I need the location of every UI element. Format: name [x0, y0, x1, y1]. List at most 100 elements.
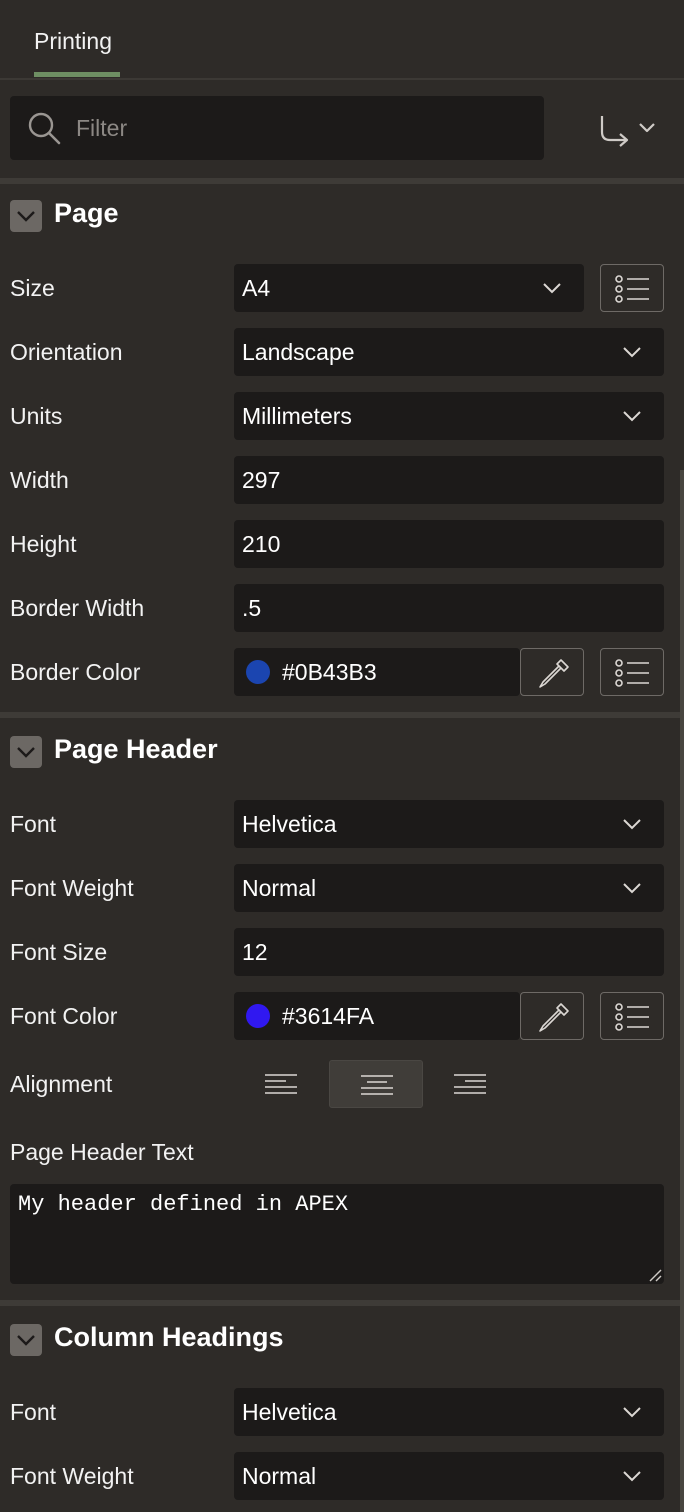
property-label: Orientation: [10, 339, 123, 365]
property-orientation: Orientation Landscape: [0, 328, 684, 376]
align-center-button[interactable]: [329, 1060, 423, 1108]
select-value: Normal: [242, 1463, 317, 1489]
size-select[interactable]: A4: [234, 264, 584, 312]
alignment-radio-group: [234, 1060, 504, 1108]
property-font-color: Font Color #3614FA: [0, 992, 684, 1040]
property-height: Height 210: [0, 520, 684, 568]
filter-input[interactable]: [74, 96, 534, 160]
property-label: Font: [10, 1399, 57, 1425]
property-border-width: Border Width .5: [0, 584, 684, 632]
select-value: Landscape: [242, 339, 355, 365]
property-editor: Printing Page Size A4: [0, 0, 684, 1512]
input-value: 210: [242, 531, 281, 557]
tab-printing[interactable]: Printing: [34, 28, 112, 55]
font-weight-select[interactable]: Normal: [234, 864, 664, 912]
property-width: Width 297: [0, 456, 684, 504]
divider: [0, 1300, 684, 1306]
property-font-weight: Font Weight Normal: [0, 864, 684, 912]
color-swatch: [246, 660, 270, 684]
height-input[interactable]: 210: [234, 520, 664, 568]
collapse-toggle[interactable]: [10, 1324, 42, 1356]
units-select[interactable]: Millimeters: [234, 392, 664, 440]
property-label: Height: [10, 531, 77, 557]
page-header-text-area: My header defined in APEX: [10, 1184, 664, 1284]
font-color-input[interactable]: #3614FA: [234, 992, 520, 1040]
section-header-column-headings[interactable]: Column Headings: [0, 1310, 684, 1370]
chevron-down-icon: [623, 411, 641, 422]
property-alignment: Alignment: [0, 1060, 684, 1108]
list-of-values-button[interactable]: [600, 648, 664, 696]
input-value: .5: [242, 595, 262, 621]
property-label: Border Width: [10, 595, 145, 621]
chevron-down-icon: [17, 211, 35, 222]
property-font: Font Helvetica: [0, 1388, 684, 1436]
property-label: Font: [10, 811, 57, 837]
input-value: 12: [242, 939, 268, 965]
section-title: Page Header: [54, 734, 218, 764]
property-label: Width: [10, 467, 69, 493]
font-size-input[interactable]: 12: [234, 928, 664, 976]
input-value: #0B43B3: [282, 659, 377, 685]
collapse-toggle[interactable]: [10, 200, 42, 232]
orientation-select[interactable]: Landscape: [234, 328, 664, 376]
section-header-page-header[interactable]: Page Header: [0, 722, 684, 782]
font-select[interactable]: Helvetica: [234, 800, 664, 848]
color-swatch: [246, 1004, 270, 1028]
border-width-input[interactable]: .5: [234, 584, 664, 632]
active-tab-indicator: [34, 72, 120, 77]
property-label: Font Size: [10, 939, 108, 965]
select-value: A4: [242, 275, 271, 301]
chevron-down-icon: [17, 1335, 35, 1346]
chevron-down-icon: [543, 283, 561, 294]
select-value: Millimeters: [242, 403, 352, 429]
property-units: Units Millimeters: [0, 392, 684, 440]
chevron-down-icon: [623, 1471, 641, 1482]
property-page-header-text-label: Page Header Text: [0, 1128, 684, 1176]
color-picker-button[interactable]: [520, 648, 584, 696]
property-label: Size: [10, 275, 55, 301]
chevron-down-icon: [623, 1407, 641, 1418]
section-title: Column Headings: [54, 1322, 284, 1352]
property-font-size: Font Size 12: [0, 928, 684, 976]
chevron-down-icon: [623, 883, 641, 894]
align-right-button[interactable]: [423, 1060, 517, 1108]
property-label: Alignment: [10, 1071, 113, 1097]
list-icon: [615, 1003, 649, 1031]
chevron-down-icon: [17, 747, 35, 758]
page-header-textarea[interactable]: My header defined in APEX: [10, 1184, 664, 1284]
select-value: Normal: [242, 875, 317, 901]
font-select[interactable]: Helvetica: [234, 1388, 664, 1436]
property-border-color: Border Color #0B43B3: [0, 648, 684, 696]
align-center-icon: [361, 1075, 393, 1095]
tab-bar: Printing: [0, 0, 684, 80]
eyedropper-icon: [539, 659, 569, 688]
input-value: #3614FA: [282, 1003, 375, 1029]
property-label: Page Header Text: [10, 1139, 194, 1165]
divider: [0, 178, 684, 184]
collapse-toggle[interactable]: [10, 736, 42, 768]
section-header-page[interactable]: Page: [0, 186, 684, 246]
eyedropper-icon: [539, 1003, 569, 1032]
width-input[interactable]: 297: [234, 456, 664, 504]
scrollbar[interactable]: [680, 470, 684, 1512]
property-size: Size A4: [0, 264, 684, 312]
property-label: Font Weight: [10, 1463, 134, 1489]
color-picker-button[interactable]: [520, 992, 584, 1040]
property-label: Font Weight: [10, 875, 134, 901]
list-icon: [615, 659, 649, 687]
align-left-icon: [265, 1074, 297, 1094]
search-icon: [28, 112, 61, 145]
input-value: 297: [242, 467, 281, 493]
list-icon: [615, 275, 649, 303]
align-left-button[interactable]: [234, 1060, 328, 1108]
property-label: Units: [10, 403, 63, 429]
go-to-group-button[interactable]: [596, 110, 662, 150]
resize-grip-icon[interactable]: [648, 1268, 662, 1282]
list-of-values-button[interactable]: [600, 992, 664, 1040]
font-weight-select[interactable]: Normal: [234, 1452, 664, 1500]
property-font: Font Helvetica: [0, 800, 684, 848]
chevron-down-icon: [623, 819, 641, 830]
list-of-values-button[interactable]: [600, 264, 664, 312]
border-color-input[interactable]: #0B43B3: [234, 648, 520, 696]
filter-box: [10, 96, 544, 160]
